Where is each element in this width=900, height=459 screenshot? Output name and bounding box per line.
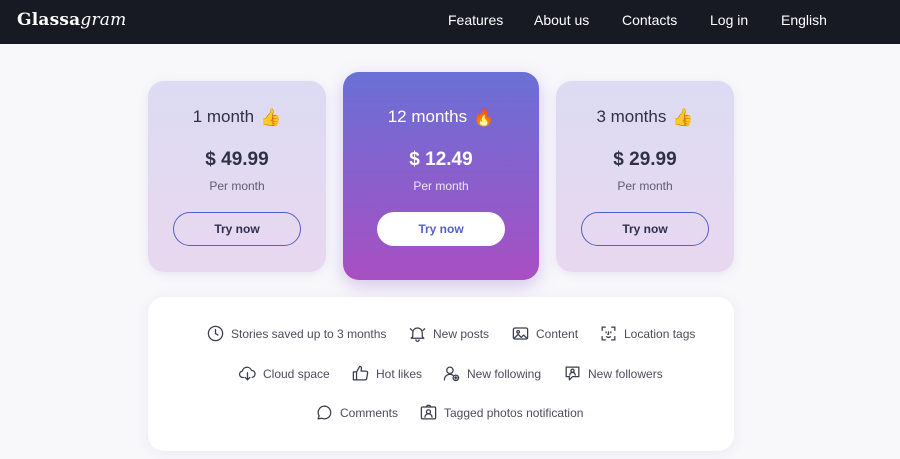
logo-accent: gram xyxy=(80,10,127,30)
feature-label: Content xyxy=(536,326,579,341)
feature-stories: Stories saved up to 3 months xyxy=(206,324,386,343)
image-icon xyxy=(512,327,529,340)
feature-label: Tagged photos notification xyxy=(444,405,584,420)
plan-title: 1 month 👍 xyxy=(148,107,326,128)
thumbs-up-icon: 👍 xyxy=(260,108,282,127)
feature-new-following: New following xyxy=(442,364,541,383)
top-navbar: Glassagram Features About us Contacts Lo… xyxy=(0,0,900,44)
feature-label: New posts xyxy=(433,326,490,341)
plan-price: $ 49.99 xyxy=(205,149,269,170)
cloud-download-icon xyxy=(238,366,256,381)
feature-comments: Comments xyxy=(315,403,398,422)
feature-label: Comments xyxy=(340,405,399,420)
nav-link-contacts[interactable]: Contacts xyxy=(622,12,677,28)
feature-new-followers: New followers xyxy=(563,364,663,383)
plan-period: Per month xyxy=(413,179,469,193)
user-message-icon xyxy=(565,366,580,381)
feature-new-posts: New posts xyxy=(408,324,489,343)
comment-icon xyxy=(317,405,332,420)
face-scan-icon xyxy=(601,326,616,341)
user-add-icon xyxy=(443,366,460,382)
brand-logo[interactable]: Glassagram xyxy=(17,10,126,30)
nav-link-features[interactable]: Features xyxy=(448,12,503,28)
plan-title: 12 months 🔥 xyxy=(343,107,539,128)
plan-title-text: 1 month xyxy=(192,107,255,126)
clock-icon xyxy=(207,325,224,342)
nav-link-about-us[interactable]: About us xyxy=(534,12,589,28)
feature-label: New following xyxy=(467,366,542,381)
thumbs-up-icon: 👍 xyxy=(672,108,694,127)
feature-cloud-space: Cloud space xyxy=(238,364,330,383)
feature-label: Stories saved up to 3 months xyxy=(231,326,387,341)
plan-period: Per month xyxy=(617,179,673,193)
feature-location-tags: Location tags xyxy=(599,324,695,343)
plan-card-1-month: 1 month 👍 $ 49.99 Per month Try now xyxy=(148,81,326,272)
fire-icon: 🔥 xyxy=(473,108,495,127)
try-now-button[interactable]: Try now xyxy=(377,212,505,246)
feature-content: Content xyxy=(511,324,578,343)
feature-label: Location tags xyxy=(624,326,696,341)
try-now-button[interactable]: Try now xyxy=(581,212,709,246)
language-selector[interactable]: English xyxy=(781,12,827,28)
feature-label: Hot likes xyxy=(376,366,423,381)
feature-label: Cloud space xyxy=(263,366,330,381)
thumbs-up-icon xyxy=(352,365,369,381)
plan-card-3-months: 3 months 👍 $ 29.99 Per month Try now xyxy=(556,81,734,272)
plan-price: $ 29.99 xyxy=(613,149,677,170)
plan-title: 3 months 👍 xyxy=(556,107,734,128)
plan-card-12-months: 12 months 🔥 $ 12.49 Per month Try now xyxy=(343,72,539,280)
nav-link-log-in[interactable]: Log in xyxy=(710,12,748,28)
feature-label: New followers xyxy=(588,366,663,381)
tagged-photo-icon xyxy=(420,404,437,420)
logo-main: Glassa xyxy=(17,10,81,30)
bell-icon xyxy=(409,327,426,342)
features-panel: Stories saved up to 3 months New posts C… xyxy=(148,297,734,451)
feature-tagged-photos: Tagged photos notification xyxy=(419,403,583,422)
plan-title-text: 12 months xyxy=(387,107,468,126)
feature-hot-likes: Hot likes xyxy=(351,364,422,383)
plan-price: $ 12.49 xyxy=(409,149,473,170)
plan-title-text: 3 months xyxy=(596,107,667,126)
try-now-button[interactable]: Try now xyxy=(173,212,301,246)
plan-period: Per month xyxy=(209,179,265,193)
